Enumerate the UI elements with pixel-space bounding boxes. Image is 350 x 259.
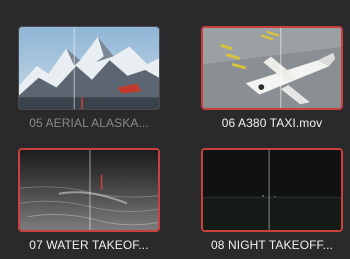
clip-thumbnail[interactable] <box>201 148 343 232</box>
media-pool-grid: 05 AERIAL ALASKA... 06 A380 TAXI.mov 07 … <box>0 0 350 259</box>
clip-name-label: 05 AERIAL ALASKA... <box>29 116 149 130</box>
water-takeoff-thumbnail <box>20 150 158 230</box>
clip-thumbnail[interactable] <box>18 26 160 110</box>
clip-thumbnail[interactable] <box>18 148 160 232</box>
night-takeoff-thumbnail <box>203 150 341 230</box>
clip-name-label: 07 WATER TAKEOF... <box>29 238 149 252</box>
airplane-taxi-thumbnail <box>203 28 341 108</box>
clip-name-label: 08 NIGHT TAKEOFF... <box>211 238 333 252</box>
clip-thumbnail[interactable] <box>201 26 343 110</box>
clip-name-label: 06 A380 TAXI.mov <box>221 116 323 130</box>
aerial-mountain-thumbnail <box>19 27 159 109</box>
